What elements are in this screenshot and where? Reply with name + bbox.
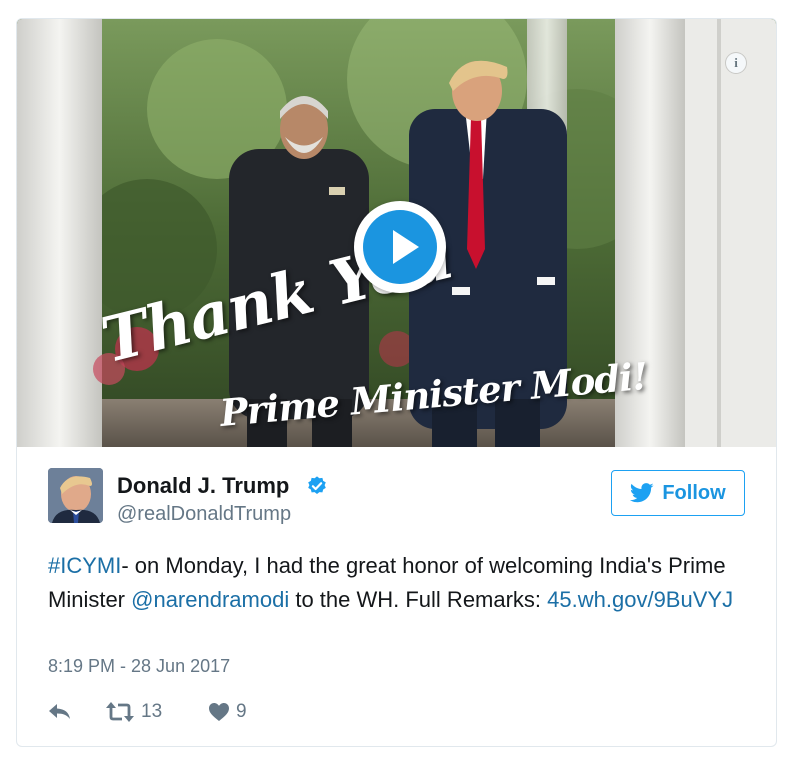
twitter-bird-icon [630,483,654,503]
play-button[interactable] [354,201,446,293]
reply-button[interactable] [48,699,72,725]
tweet-timestamp[interactable]: 8:19 PM - 28 Jun 2017 [48,656,230,677]
retweet-count: 13 [141,701,163,722]
play-icon [363,210,437,284]
follow-button[interactable]: Follow [611,470,745,516]
user-handle[interactable]: @realDonaldTrump [117,503,291,526]
avatar-image [48,468,103,523]
follow-button-label: Follow [662,481,726,504]
hashtag-link[interactable]: #ICYMI [48,553,121,578]
like-button[interactable]: 9 [208,699,247,725]
tweet-text-part2: to the WH. Full Remarks: [289,586,548,612]
embedded-tweet-card: Thank You Prime Minister Modi! i Donald … [16,18,777,747]
tweet-text: #ICYMI- on Monday, I had the great honor… [48,549,748,616]
user-display-name[interactable]: Donald J. Trump [117,473,289,499]
heart-icon [209,703,229,721]
video-thumbnail[interactable]: Thank You Prime Minister Modi! i [17,19,776,447]
mention-link[interactable]: @narendramodi [131,587,289,612]
info-icon[interactable]: i [726,53,746,73]
retweet-icon [106,702,134,722]
retweet-button[interactable]: 13 [105,699,162,725]
avatar[interactable] [48,468,103,523]
reply-icon [49,704,70,719]
url-link[interactable]: 45.wh.gov/9BuVYJ [547,587,733,612]
verified-badge-icon [308,476,326,494]
like-count: 9 [236,701,247,722]
